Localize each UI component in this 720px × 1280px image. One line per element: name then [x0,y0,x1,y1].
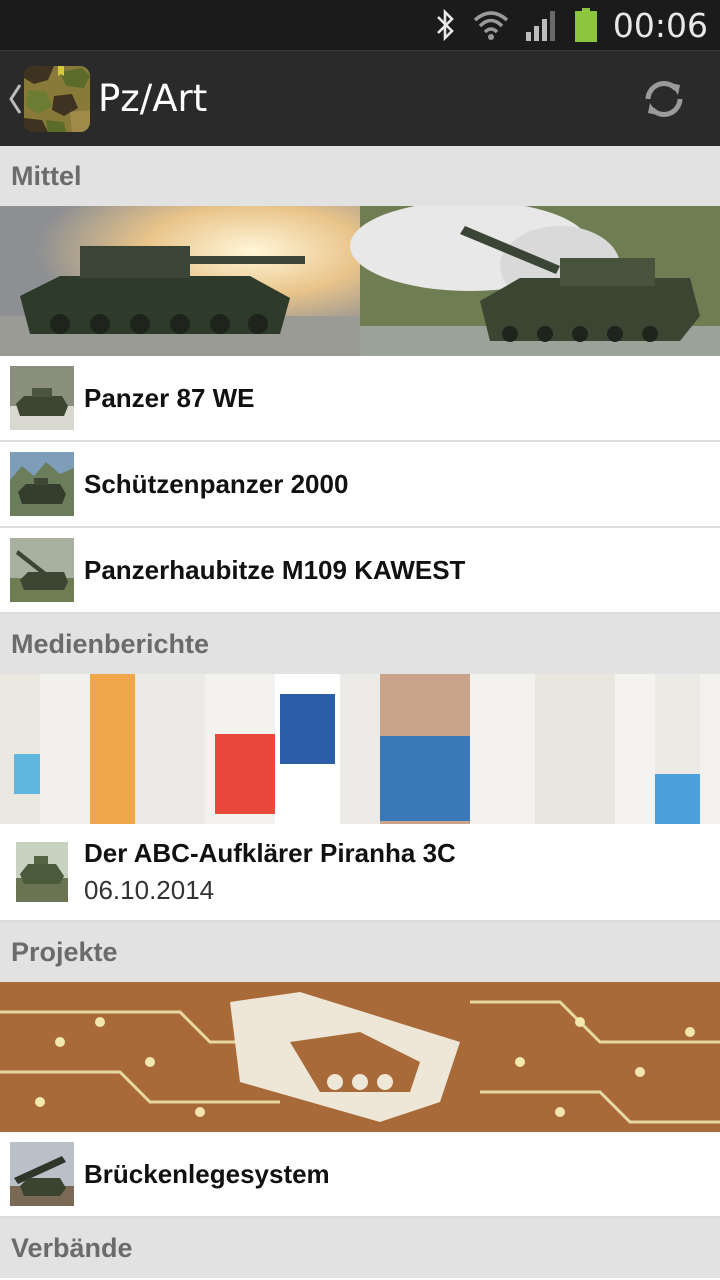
app-camo-icon[interactable] [24,66,90,132]
back-caret-icon[interactable] [7,81,23,117]
list-item-title: Der ABC-Aufklärer Piranha 3C [84,838,456,868]
list-item-title: Panzerhaubitze M109 KAWEST [84,554,466,585]
wifi-icon [473,11,509,40]
list-item-title: Schützenpanzer 2000 [84,468,349,499]
ifv-thumb [10,452,74,516]
circuit-board-banner-image[interactable] [0,982,720,1132]
howitzer-thumb [10,538,74,602]
refresh-button[interactable] [636,71,692,127]
status-icons: 00:06 [435,0,708,50]
piranha-thumb [16,842,68,902]
tank-thumb [10,366,74,430]
section-header-projekte: Projekte [0,922,720,982]
status-bar: 00:06 [0,0,720,50]
list-item-schuetzenpanzer-2000[interactable]: Schützenpanzer 2000 [0,442,720,528]
bridge-layer-thumb [10,1142,74,1206]
newspapers-banner-image[interactable] [0,674,720,824]
app-title: Pz/Art [98,77,208,120]
section-header-medienberichte: Medienberichte [0,614,720,674]
content-list: Mittel Panzer 87 WE Schützenpanzer 2000 … [0,146,720,1278]
action-bar: Pz/Art [0,50,720,147]
section-header-mittel: Mittel [0,146,720,206]
list-item-abc-aufklaerer[interactable]: Der ABC-Aufklärer Piranha 3C 06.10.2014 [0,824,720,922]
tanks-banner-image[interactable] [0,206,720,356]
list-item-title: Brückenlegesystem [84,1158,330,1189]
list-item-text: Der ABC-Aufklärer Piranha 3C 06.10.2014 [84,838,456,906]
list-item-panzerhaubitze-m109[interactable]: Panzerhaubitze M109 KAWEST [0,528,720,614]
list-item-date: 06.10.2014 [84,875,215,905]
battery-icon [574,8,597,42]
list-item-title: Panzer 87 WE [84,382,255,413]
status-time: 00:06 [612,5,708,45]
list-item-brueckenlegesystem[interactable]: Brückenlegesystem [0,1132,720,1218]
list-item-panzer-87-we[interactable]: Panzer 87 WE [0,356,720,442]
section-header-verbaende: Verbände [0,1218,720,1278]
refresh-icon [645,81,683,117]
bluetooth-icon [436,8,454,42]
signal-icon [525,11,555,41]
